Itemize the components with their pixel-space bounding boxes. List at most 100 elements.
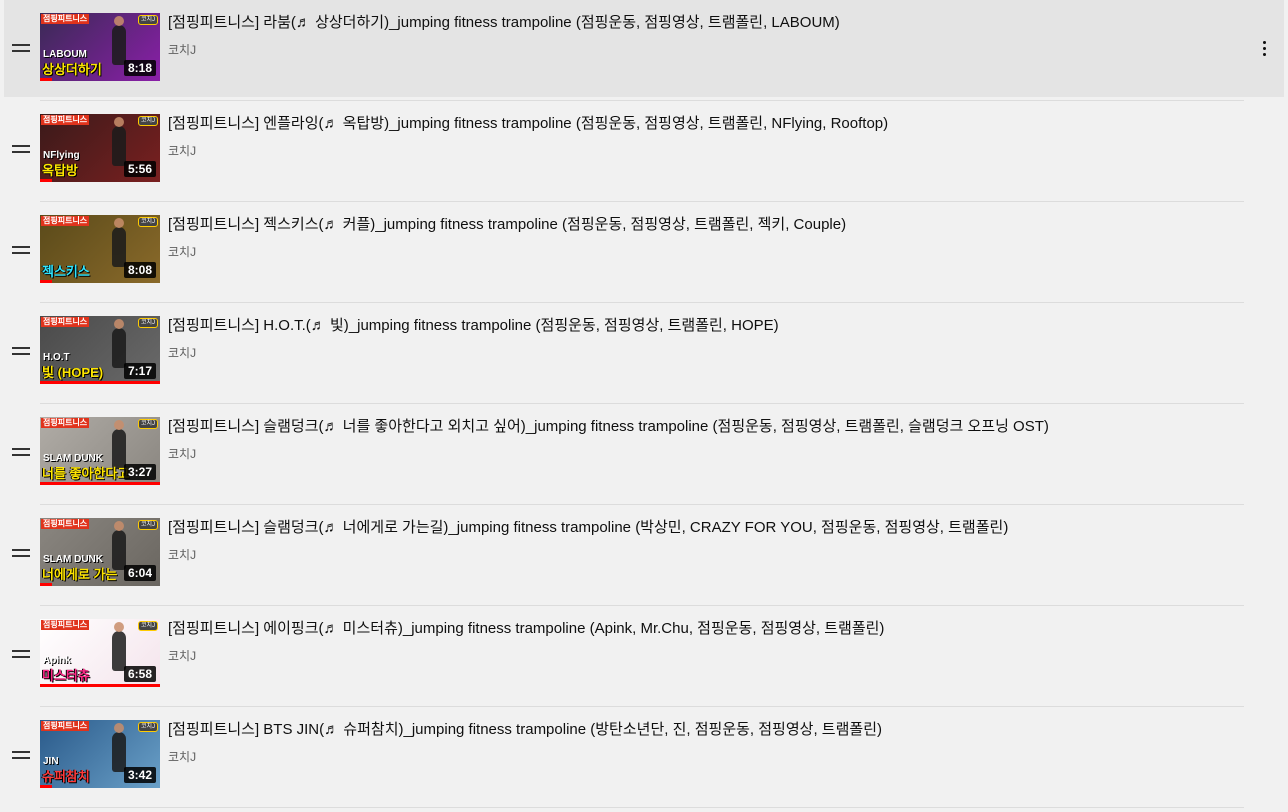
watch-progress-bar — [40, 482, 160, 485]
thumbnail-channel-badge: 코치J — [137, 217, 158, 227]
thumbnail-tag: 점핑피트니스 — [41, 115, 90, 125]
video-thumbnail[interactable]: 점핑피트니스 코치J H.O.T 빛 (HOPE) 7:17 — [40, 316, 160, 384]
video-title[interactable]: [점핑피트니스] 슬램덩크(♬ 너를 좋아한다고 외치고 싶어)_jumping… — [168, 417, 1228, 437]
thumbnail-tag: 점핑피트니스 — [41, 216, 90, 226]
watch-progress-bar — [40, 583, 52, 586]
thumbnail-tag: 점핑피트니스 — [41, 721, 90, 731]
channel-name[interactable]: 코치J — [168, 244, 196, 260]
drag-handle-icon[interactable] — [12, 648, 30, 660]
thumbnail-channel-badge: 코치J — [137, 15, 158, 25]
thumbnail-person-figure — [112, 622, 126, 671]
thumbnail-caption: 상상더하기 — [42, 62, 102, 77]
vertical-ellipsis-icon[interactable] — [1252, 36, 1276, 60]
watch-progress-bar — [40, 280, 52, 283]
thumbnail-tag: 점핑피트니스 — [41, 519, 90, 529]
channel-name[interactable]: 코치J — [168, 648, 196, 664]
playlist-video-row[interactable]: 점핑피트니스 코치J NFlying 옥탑방 5:56 [점핑피트니스] 엔플라… — [0, 101, 1288, 202]
thumbnail-subtitle: JIN — [43, 756, 59, 767]
thumbnail-caption: 슈퍼참치 — [42, 769, 90, 784]
drag-handle-icon[interactable] — [12, 547, 30, 559]
drag-handle-icon[interactable] — [12, 345, 30, 357]
video-thumbnail[interactable]: 점핑피트니스 코치J LABOUM 상상더하기 8:18 — [40, 13, 160, 81]
video-title[interactable]: [점핑피트니스] 에이핑크(♬ 미스터츄)_jumping fitness tr… — [168, 619, 1228, 639]
thumbnail-channel-badge: 코치J — [137, 621, 158, 631]
watch-progress-bar — [40, 179, 52, 182]
video-thumbnail[interactable]: 점핑피트니스 코치J NFlying 옥탑방 5:56 — [40, 114, 160, 182]
thumbnail-subtitle: LABOUM — [43, 49, 87, 60]
video-duration: 6:04 — [123, 565, 156, 581]
thumbnail-caption: 너에게로 가는 — [42, 567, 118, 582]
drag-handle-icon[interactable] — [12, 446, 30, 458]
video-thumbnail[interactable]: 점핑피트니스 코치J 젝스키스 8:08 — [40, 215, 160, 283]
video-duration: 3:27 — [123, 464, 156, 480]
video-duration: 5:56 — [123, 161, 156, 177]
thumbnail-person-figure — [112, 420, 126, 469]
playlist-video-row[interactable]: 점핑피트니스 코치J 젝스키스 8:08 [점핑피트니스] 젝스키스(♬ 커플)… — [0, 202, 1288, 303]
channel-name[interactable]: 코치J — [168, 42, 196, 58]
watch-progress-bar — [40, 684, 160, 687]
thumbnail-caption: 젝스키스 — [42, 264, 90, 279]
thumbnail-person-figure — [112, 521, 126, 570]
thumbnail-channel-badge: 코치J — [137, 722, 158, 732]
channel-name[interactable]: 코치J — [168, 345, 196, 361]
playlist-video-row[interactable]: 점핑피트니스 코치J H.O.T 빛 (HOPE) 7:17 [점핑피트니스] … — [0, 303, 1288, 404]
thumbnail-person-figure — [112, 16, 126, 65]
playlist-video-row[interactable]: 점핑피트니스 코치J Apink 미스터츄 6:58 [점핑피트니스] 에이핑크… — [0, 606, 1288, 707]
thumbnail-channel-badge: 코치J — [137, 116, 158, 126]
thumbnail-person-figure — [112, 319, 126, 368]
thumbnail-tag: 점핑피트니스 — [41, 14, 90, 24]
drag-handle-icon[interactable] — [12, 749, 30, 761]
thumbnail-caption: 미스터츄 — [42, 668, 90, 683]
playlist-video-row[interactable]: 점핑피트니스 코치J JIN 슈퍼참치 3:42 [점핑피트니스] BTS JI… — [0, 707, 1288, 808]
playlist-video-row[interactable]: 점핑피트니스 코치J LABOUM 상상더하기 8:18 [점핑피트니스] 라붐… — [0, 0, 1288, 101]
video-thumbnail[interactable]: 점핑피트니스 코치J SLAM DUNK 너를 좋아한다고 3:27 — [40, 417, 160, 485]
drag-handle-icon[interactable] — [12, 244, 30, 256]
channel-name[interactable]: 코치J — [168, 547, 196, 563]
drag-handle-icon[interactable] — [12, 143, 30, 155]
thumbnail-person-figure — [112, 218, 126, 267]
channel-name[interactable]: 코치J — [168, 749, 196, 765]
channel-name[interactable]: 코치J — [168, 143, 196, 159]
thumbnail-person-figure — [112, 117, 126, 166]
video-duration: 8:08 — [123, 262, 156, 278]
thumbnail-channel-badge: 코치J — [137, 318, 158, 328]
thumbnail-caption: 빛 (HOPE) — [42, 365, 104, 380]
playlist-video-row[interactable]: 점핑피트니스 코치J SLAM DUNK 너를 좋아한다고 3:27 [점핑피트… — [0, 404, 1288, 505]
video-duration: 3:42 — [123, 767, 156, 783]
video-duration: 6:58 — [123, 666, 156, 682]
row-divider — [40, 807, 1244, 808]
watch-progress-bar — [40, 78, 52, 81]
playlist-video-row[interactable]: 점핑피트니스 코치J SLAM DUNK 너에게로 가는 6:04 [점핑피트니… — [0, 505, 1288, 606]
watch-progress-bar — [40, 381, 160, 384]
menu-dot — [1263, 41, 1266, 44]
video-thumbnail[interactable]: 점핑피트니스 코치J JIN 슈퍼참치 3:42 — [40, 720, 160, 788]
video-thumbnail[interactable]: 점핑피트니스 코치J Apink 미스터츄 6:58 — [40, 619, 160, 687]
thumbnail-channel-badge: 코치J — [137, 419, 158, 429]
playlist-video-list: 점핑피트니스 코치J LABOUM 상상더하기 8:18 [점핑피트니스] 라붐… — [0, 0, 1288, 812]
thumbnail-tag: 점핑피트니스 — [41, 317, 90, 327]
thumbnail-tag: 점핑피트니스 — [41, 418, 90, 428]
video-title[interactable]: [점핑피트니스] 슬램덩크(♬ 너에게로 가는길)_jumping fitnes… — [168, 518, 1228, 538]
video-thumbnail[interactable]: 점핑피트니스 코치J SLAM DUNK 너에게로 가는 6:04 — [40, 518, 160, 586]
channel-name[interactable]: 코치J — [168, 446, 196, 462]
watch-progress-bar — [40, 785, 52, 788]
video-title[interactable]: [점핑피트니스] 엔플라잉(♬ 옥탑방)_jumping fitness tra… — [168, 114, 1228, 134]
menu-dot — [1263, 53, 1266, 56]
thumbnail-subtitle: SLAM DUNK — [43, 554, 103, 565]
thumbnail-subtitle: H.O.T — [43, 352, 70, 363]
thumbnail-person-figure — [112, 723, 126, 772]
video-duration: 7:17 — [123, 363, 156, 379]
thumbnail-tag: 점핑피트니스 — [41, 620, 90, 630]
thumbnail-subtitle: SLAM DUNK — [43, 453, 103, 464]
thumbnail-channel-badge: 코치J — [137, 520, 158, 530]
video-title[interactable]: [점핑피트니스] BTS JIN(♬ 슈퍼참치)_jumping fitness… — [168, 720, 1228, 740]
drag-handle-icon[interactable] — [12, 42, 30, 54]
video-duration: 8:18 — [123, 60, 156, 76]
menu-dot — [1263, 47, 1266, 50]
video-title[interactable]: [점핑피트니스] 라붐(♬ 상상더하기)_jumping fitness tra… — [168, 13, 1228, 33]
video-title[interactable]: [점핑피트니스] 젝스키스(♬ 커플)_jumping fitness tram… — [168, 215, 1228, 235]
thumbnail-subtitle: Apink — [43, 655, 71, 666]
thumbnail-caption: 너를 좋아한다고 — [42, 466, 130, 481]
thumbnail-caption: 옥탑방 — [42, 163, 78, 178]
video-title[interactable]: [점핑피트니스] H.O.T.(♬ 빛)_jumping fitness tra… — [168, 316, 1228, 336]
